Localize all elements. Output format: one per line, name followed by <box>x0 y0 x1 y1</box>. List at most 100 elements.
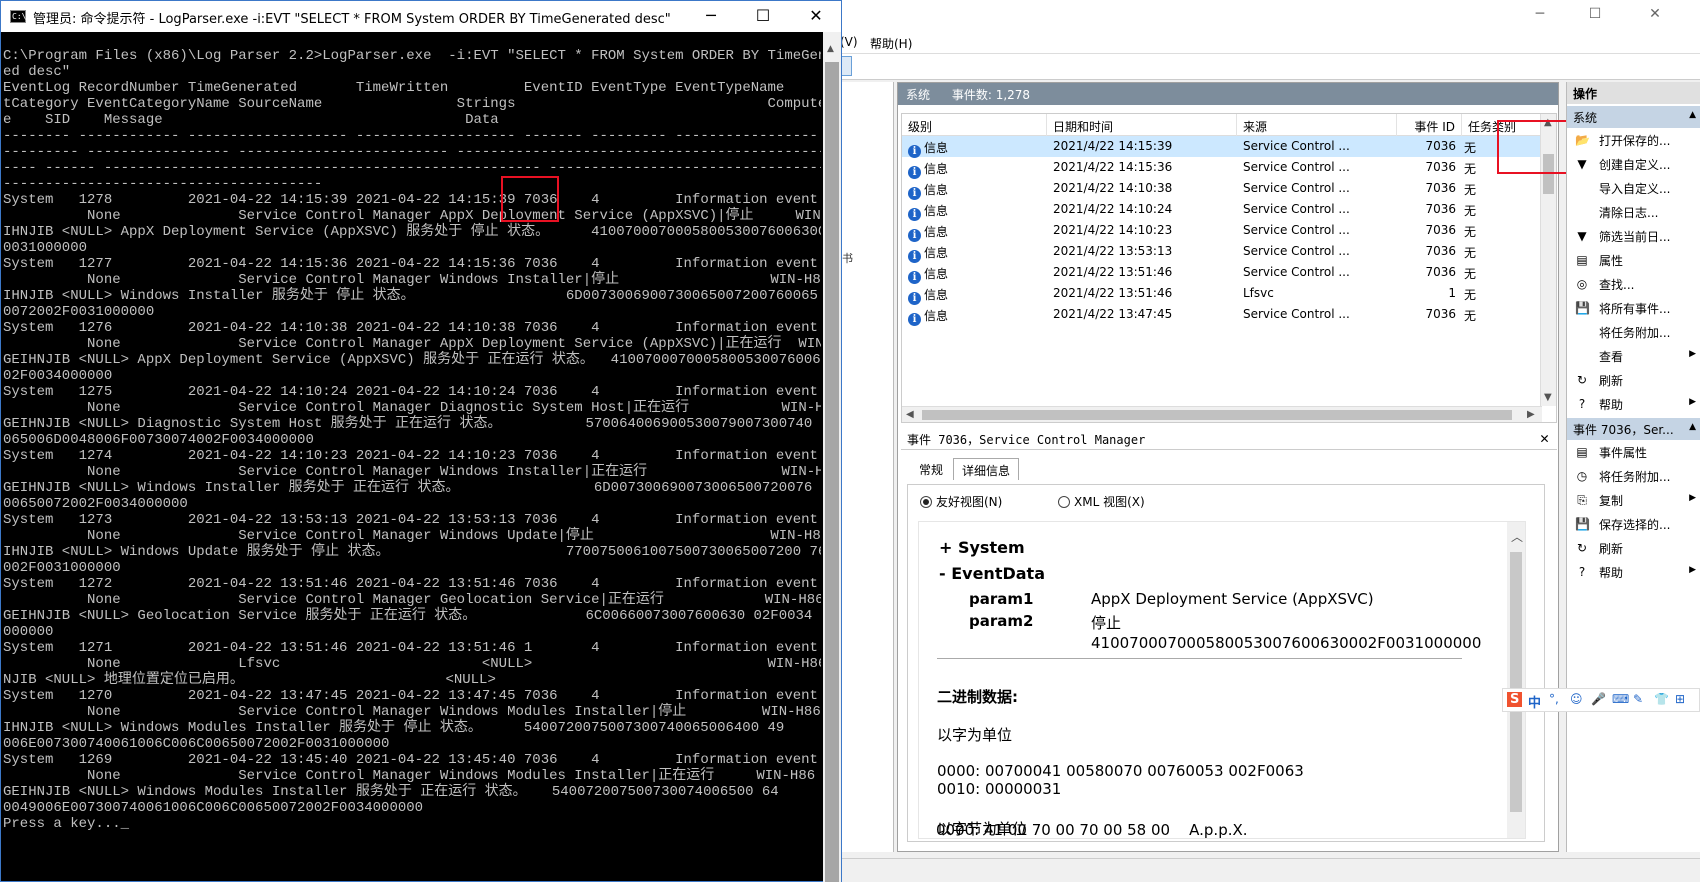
table-row[interactable]: i 信息 2021/4/22 13:47:45 Service Control ...… <box>902 304 1556 326</box>
row-level: i 信息 <box>908 223 948 242</box>
console-output[interactable]: C:\Program Files (x86)\Log Parser 2.2>Lo… <box>3 48 821 868</box>
close-icon[interactable]: ✕ <box>1540 429 1549 447</box>
eventdata-node[interactable]: - EventData <box>939 564 1045 583</box>
row-source: Service Control ... <box>1243 223 1350 237</box>
console-line: -------------------------------------- <box>3 176 323 192</box>
action-icon: ? <box>1578 397 1586 411</box>
event-count: 事件数: 1,278 <box>951 88 1031 102</box>
ime-button[interactable]: ⊞ <box>1675 692 1685 706</box>
console-line: System 1272 2021-04-22 13:51:46 2021-04-… <box>3 576 821 592</box>
console-scroll-thumb[interactable] <box>825 62 839 882</box>
action-item[interactable]: ↻ 刷新 <box>1567 536 1700 560</box>
chevron-up-icon[interactable]: ︿ <box>1511 528 1523 545</box>
action-icon: ▼ <box>1577 229 1587 243</box>
close-button[interactable]: ✕ <box>1640 6 1670 22</box>
action-item[interactable]: 📂 打开保存的... <box>1567 128 1700 152</box>
action-item[interactable]: 💾 保存选择的... <box>1567 512 1700 536</box>
table-row[interactable]: i 信息 2021/4/22 14:10:38 Service Control ...… <box>902 178 1556 200</box>
action-label: 刷新 <box>1599 542 1624 556</box>
action-item[interactable]: 清除日志... <box>1567 200 1700 224</box>
scroll-up-icon[interactable]: ▲ <box>827 44 834 54</box>
row-datetime: 2021/4/22 14:10:23 <box>1053 223 1173 237</box>
console-vscroll[interactable]: ▲ <box>823 32 841 882</box>
action-item[interactable]: ◷ 将任务附加... <box>1567 464 1700 488</box>
ime-button[interactable]: 中 <box>1528 692 1541 711</box>
table-row[interactable]: i 信息 2021/4/22 14:10:23 Service Control ...… <box>902 220 1556 242</box>
ime-button[interactable]: ☺ <box>1570 692 1583 706</box>
row-source: Lfsvc <box>1243 286 1274 300</box>
table-row[interactable]: i 信息 2021/4/22 13:51:46 Service Control ...… <box>902 262 1556 284</box>
action-item[interactable]: 💾 将所有事件... <box>1567 296 1700 320</box>
table-row[interactable]: i 信息 2021/4/22 14:15:39 Service Control ...… <box>902 136 1556 158</box>
console-minimize-button[interactable]: ─ <box>691 6 731 25</box>
row-event-id: 7036 <box>1425 223 1456 237</box>
row-datetime: 2021/4/22 13:51:46 <box>1053 265 1173 279</box>
ime-button[interactable]: 🎤 <box>1591 692 1606 706</box>
event-list-hscroll[interactable]: ◀ ▶ <box>902 406 1542 422</box>
minimize-button[interactable]: ─ <box>1525 6 1555 22</box>
system-node[interactable]: + System <box>939 538 1025 557</box>
ime-button[interactable]: ⌨ <box>1612 692 1629 706</box>
console-line: None Service Control Manager Windows Ins… <box>3 464 821 480</box>
actions-section-event[interactable]: 事件 7036，Ser... <box>1567 418 1700 440</box>
action-label: 复制 <box>1599 494 1624 508</box>
action-item[interactable]: ⎘ 复制 ▶ <box>1567 488 1700 512</box>
menu-view[interactable]: (V) <box>840 35 858 49</box>
action-item[interactable]: ? 帮助 ▶ <box>1567 560 1700 584</box>
ime-button[interactable]: °, <box>1549 692 1559 706</box>
console-maximize-button[interactable]: ☐ <box>743 6 783 25</box>
action-item[interactable]: 将任务附加... <box>1567 320 1700 344</box>
ime-button[interactable]: ✎ <box>1633 692 1643 706</box>
action-item[interactable]: 导入自定义... <box>1567 176 1700 200</box>
scroll-left-icon[interactable]: ◀ <box>906 409 914 420</box>
ime-button[interactable]: 👕 <box>1654 692 1669 706</box>
console-line: tCategory EventCategoryName SourceName S… <box>3 96 821 112</box>
row-event-id: 7036 <box>1425 160 1456 174</box>
action-item[interactable]: ↻ 刷新 <box>1567 368 1700 392</box>
action-item[interactable]: ◎ 查找... <box>1567 272 1700 296</box>
column-level[interactable]: 级别 <box>902 114 1047 136</box>
column-source[interactable]: 来源 <box>1237 114 1397 136</box>
action-label: 查找... <box>1599 278 1635 292</box>
table-row[interactable]: i 信息 2021/4/22 14:15:36 Service Control ...… <box>902 157 1556 179</box>
console-line: 065006D0048006F00730074002F0034000000 <box>3 432 314 448</box>
action-label: 属性 <box>1599 254 1624 268</box>
actions-section-system[interactable]: 系统 <box>1567 106 1700 128</box>
event-list: 级别 日期和时间 来源 事件 ID 任务类别 i 信息 2021/4/22 14:1… <box>901 113 1557 423</box>
byte-line-1: 0000: 41 00 70 00 70 00 58 00 A.p.p.X. <box>936 821 1248 839</box>
row-level: i 信息 <box>908 202 948 221</box>
console-line: System 1275 2021-04-22 14:10:24 2021-04-… <box>3 384 821 400</box>
radio-friendly-view[interactable]: 友好视图(N) <box>920 493 1002 510</box>
column-datetime[interactable]: 日期和时间 <box>1047 114 1237 136</box>
menu-help[interactable]: 帮助(H) <box>870 35 912 52</box>
scroll-down-icon[interactable]: ▼ <box>1544 392 1552 403</box>
toolbar <box>840 54 1700 80</box>
console-line: 002F0031000000 <box>3 560 121 576</box>
tab-general[interactable]: 常规 <box>911 458 951 480</box>
action-item[interactable]: ▤ 事件属性 <box>1567 440 1700 464</box>
action-label: 打开保存的... <box>1599 134 1671 148</box>
detail-scroll-thumb[interactable] <box>1510 552 1522 812</box>
detail-vscroll[interactable]: ︿ <box>1507 522 1525 838</box>
radio-xml-view[interactable]: XML 视图(X) <box>1058 493 1145 510</box>
action-item[interactable]: ? 帮助 ▶ <box>1567 392 1700 416</box>
table-row[interactable]: i 信息 2021/4/22 13:51:46 Lfsvc 1 无 <box>902 283 1556 305</box>
column-event-id[interactable]: 事件 ID <box>1397 114 1462 136</box>
action-item[interactable]: ▤ 属性 <box>1567 248 1700 272</box>
log-name: 系统 <box>906 88 931 102</box>
hscroll-thumb[interactable] <box>922 410 1512 420</box>
table-row[interactable]: i 信息 2021/4/22 13:53:13 Service Control ...… <box>902 241 1556 263</box>
action-icon <box>1575 181 1589 195</box>
console-close-button[interactable]: ✕ <box>796 6 836 25</box>
tab-details[interactable]: 详细信息 <box>953 458 1020 480</box>
action-item[interactable]: ▼ 创建自定义... <box>1567 152 1700 176</box>
scroll-right-icon[interactable]: ▶ <box>1527 409 1535 420</box>
table-row[interactable]: i 信息 2021/4/22 14:10:24 Service Control ...… <box>902 199 1556 221</box>
maximize-button[interactable]: ☐ <box>1580 6 1610 22</box>
action-label: 帮助 <box>1599 566 1624 580</box>
console-line: --------- ----------------- ------------… <box>3 144 821 160</box>
action-item[interactable]: 查看 ▶ <box>1567 344 1700 368</box>
action-item[interactable]: ▼ 筛选当前日... <box>1567 224 1700 248</box>
row-source: Service Control ... <box>1243 265 1350 279</box>
console-titlebar: C:\ 管理员: 命令提示符 - LogParser.exe -i:EVT "S… <box>1 1 841 32</box>
